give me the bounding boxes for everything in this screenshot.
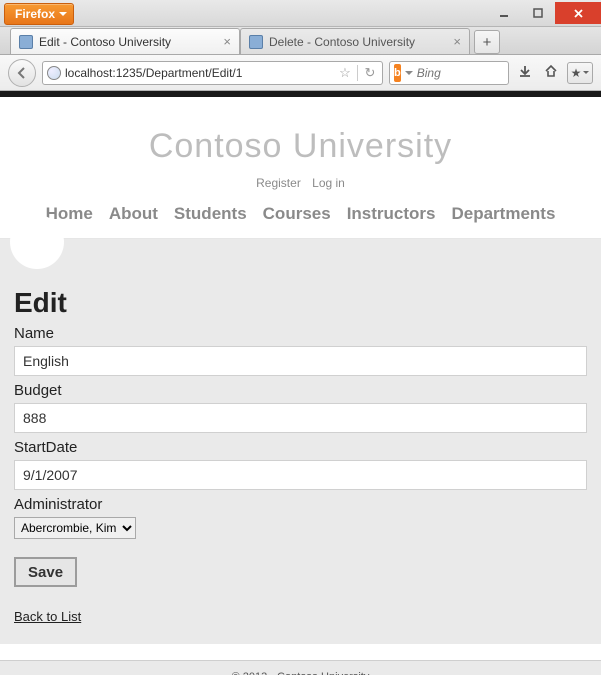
page-footer: © 2013 - Contoso University (0, 660, 601, 675)
bookmark-star-icon[interactable]: ☆ (337, 65, 353, 81)
maximize-icon (533, 8, 543, 18)
login-link[interactable]: Log in (312, 176, 345, 190)
download-icon (518, 64, 532, 78)
administrator-select[interactable]: Abercrombie, Kim (14, 517, 136, 539)
tab-title: Edit - Contoso University (39, 35, 215, 49)
save-button[interactable]: Save (14, 557, 77, 587)
site-title: Contoso University (10, 127, 591, 166)
search-engine-icon[interactable]: b (394, 64, 401, 82)
navigation-toolbar: ☆ b 🔍 ★ (0, 55, 601, 91)
home-icon (544, 64, 558, 78)
favicon-icon (19, 35, 33, 49)
browser-titlebar: Firefox (0, 0, 601, 27)
nav-about[interactable]: About (109, 204, 158, 224)
browser-window: Firefox Edit - Contoso University × Dele… (0, 0, 601, 675)
name-label: Name (14, 325, 587, 342)
back-button[interactable] (8, 59, 36, 87)
bookmarks-menu-button[interactable]: ★ (567, 62, 593, 84)
minimize-button[interactable] (487, 2, 521, 24)
divider (357, 65, 358, 81)
budget-label: Budget (14, 382, 587, 399)
maximize-button[interactable] (521, 2, 555, 24)
new-tab-button[interactable]: + (474, 30, 500, 54)
page-heading: Edit (14, 287, 587, 319)
startdate-input[interactable] (14, 460, 587, 490)
reload-button[interactable] (362, 65, 378, 81)
url-input[interactable] (65, 66, 333, 80)
name-input[interactable] (14, 346, 587, 376)
downloads-button[interactable] (515, 64, 535, 82)
favicon-icon (249, 35, 263, 49)
home-button[interactable] (541, 64, 561, 82)
nav-instructors[interactable]: Instructors (347, 204, 436, 224)
auth-links: Register Log in (10, 176, 591, 190)
register-link[interactable]: Register (256, 176, 301, 190)
tab-close-button[interactable]: × (451, 34, 463, 49)
tab-strip: Edit - Contoso University × Delete - Con… (0, 27, 601, 55)
window-controls (487, 2, 601, 24)
budget-input[interactable] (14, 403, 587, 433)
administrator-label: Administrator (14, 496, 587, 513)
tab-inactive[interactable]: Delete - Contoso University × (240, 28, 470, 54)
page-body: Edit Name Budget StartDate Administrator… (0, 239, 601, 644)
page-viewport: Contoso University Register Log in Home … (0, 91, 601, 675)
minimize-icon (499, 8, 509, 18)
back-to-list-link[interactable]: Back to List (14, 609, 81, 624)
main-nav: Home About Students Courses Instructors … (10, 204, 591, 224)
footer-text: © 2013 - Contoso University (232, 671, 370, 675)
site-identity-icon[interactable] (47, 66, 61, 80)
spacer (0, 644, 601, 660)
startdate-label: StartDate (14, 439, 587, 456)
tab-title: Delete - Contoso University (269, 35, 445, 49)
nav-students[interactable]: Students (174, 204, 247, 224)
search-bar[interactable]: b 🔍 (389, 61, 509, 85)
site-header: Contoso University Register Log in Home … (0, 97, 601, 239)
close-window-button[interactable] (555, 2, 601, 24)
close-icon (573, 8, 584, 19)
firefox-menu-label: Firefox (15, 7, 55, 21)
tab-active[interactable]: Edit - Contoso University × (10, 28, 240, 54)
address-bar[interactable]: ☆ (42, 61, 383, 85)
nav-departments[interactable]: Departments (451, 204, 555, 224)
back-arrow-icon (15, 66, 29, 80)
avatar-placeholder (10, 215, 64, 269)
tab-close-button[interactable]: × (221, 34, 233, 49)
nav-courses[interactable]: Courses (263, 204, 331, 224)
search-engine-dropdown-icon[interactable] (405, 71, 413, 79)
firefox-menu-button[interactable]: Firefox (4, 3, 74, 25)
